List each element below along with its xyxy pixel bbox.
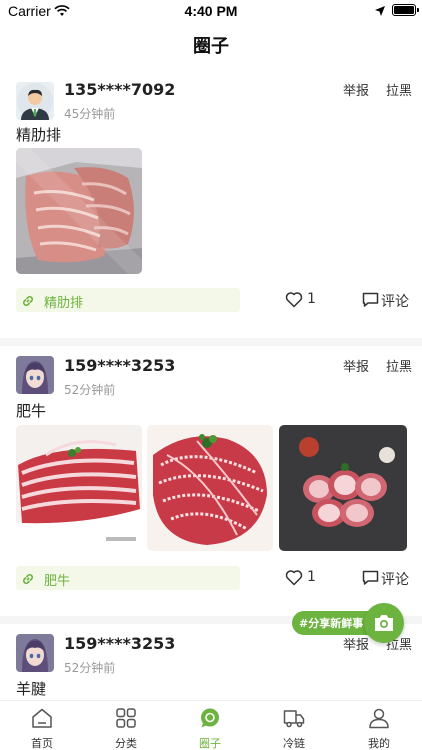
comment-icon [362, 570, 379, 585]
post-text: 精肋排 [16, 126, 62, 144]
post-card: 135****7092 45分钟前 举报 拉黑 精肋排 精肋排 1 评论 [0, 72, 422, 334]
share-post-button[interactable]: #分享新鲜事 [292, 603, 404, 643]
tab-circle[interactable]: 圈子 [180, 707, 240, 750]
avatar[interactable] [16, 82, 54, 120]
businessman-avatar-icon [16, 82, 54, 120]
linked-product-tag[interactable]: 肥牛 [16, 566, 240, 590]
grid-icon [116, 708, 136, 728]
post-card: 159****3253 52分钟前 举报 拉黑 肥牛 肥牛 1 评论 [0, 348, 422, 612]
status-bar: Carrier 4:40 PM [0, 0, 422, 22]
username: 159****3253 [64, 634, 176, 653]
page-title: 圈子 [193, 36, 229, 57]
share-label: #分享新鲜事 [299, 617, 364, 630]
tab-label: 分类 [115, 737, 137, 750]
tag-label: 精肋排 [44, 296, 84, 311]
avatar[interactable] [16, 634, 54, 672]
report-button[interactable]: 举报 [343, 356, 369, 375]
tab-label: 圈子 [199, 737, 221, 750]
like-button[interactable]: 1 [285, 568, 321, 588]
post-time: 45分钟前 [64, 107, 116, 121]
block-button[interactable]: 拉黑 [386, 80, 412, 99]
link-icon [21, 293, 35, 312]
divider [0, 338, 422, 346]
tab-home[interactable]: 首页 [12, 707, 72, 750]
username: 159****3253 [64, 356, 176, 375]
home-icon [32, 708, 52, 728]
tag-label: 肥牛 [44, 574, 71, 589]
post-photo[interactable] [16, 148, 142, 274]
tab-label: 我的 [368, 737, 390, 750]
tab-category[interactable]: 分类 [96, 707, 156, 750]
clock: 4:40 PM [184, 3, 238, 19]
camera-icon [375, 615, 393, 631]
location-arrow-icon [374, 4, 386, 20]
chat-bubble-icon [201, 708, 219, 728]
link-icon [21, 571, 35, 590]
username: 135****7092 [64, 80, 176, 99]
post-time: 52分钟前 [64, 383, 116, 397]
tab-label: 首页 [31, 737, 53, 750]
heart-icon [285, 570, 303, 586]
post-photo[interactable] [279, 425, 407, 551]
linked-product-tag[interactable]: 精肋排 [16, 288, 240, 312]
comment-icon [362, 292, 379, 307]
post-time: 52分钟前 [64, 661, 116, 675]
tab-label: 冷链 [283, 737, 305, 750]
block-button[interactable]: 拉黑 [386, 356, 412, 375]
avatar[interactable] [16, 356, 54, 394]
anime-avatar-icon [16, 634, 54, 672]
comment-label: 评论 [381, 572, 409, 588]
heart-icon [285, 292, 303, 308]
comment-button[interactable]: 评论 [362, 568, 412, 588]
tab-me[interactable]: 我的 [349, 707, 409, 750]
post-photo[interactable] [16, 425, 142, 551]
like-button[interactable]: 1 [285, 290, 321, 310]
like-count: 1 [307, 569, 316, 585]
user-icon [369, 708, 389, 729]
comment-button[interactable]: 评论 [362, 290, 412, 310]
anime-avatar-icon [16, 356, 54, 394]
report-button[interactable]: 举报 [343, 80, 369, 99]
post-text: 羊腱 [16, 680, 47, 698]
comment-label: 评论 [381, 294, 409, 310]
truck-icon [283, 710, 305, 728]
tab-cold-chain[interactable]: 冷链 [264, 707, 324, 750]
post-photo[interactable] [147, 425, 273, 551]
bottom-tab-bar: 首页 分类 圈子 冷链 我的 [0, 700, 422, 750]
battery-icon [392, 4, 419, 16]
camera-button[interactable] [364, 603, 404, 643]
post-text: 肥牛 [16, 402, 47, 420]
like-count: 1 [307, 291, 316, 307]
